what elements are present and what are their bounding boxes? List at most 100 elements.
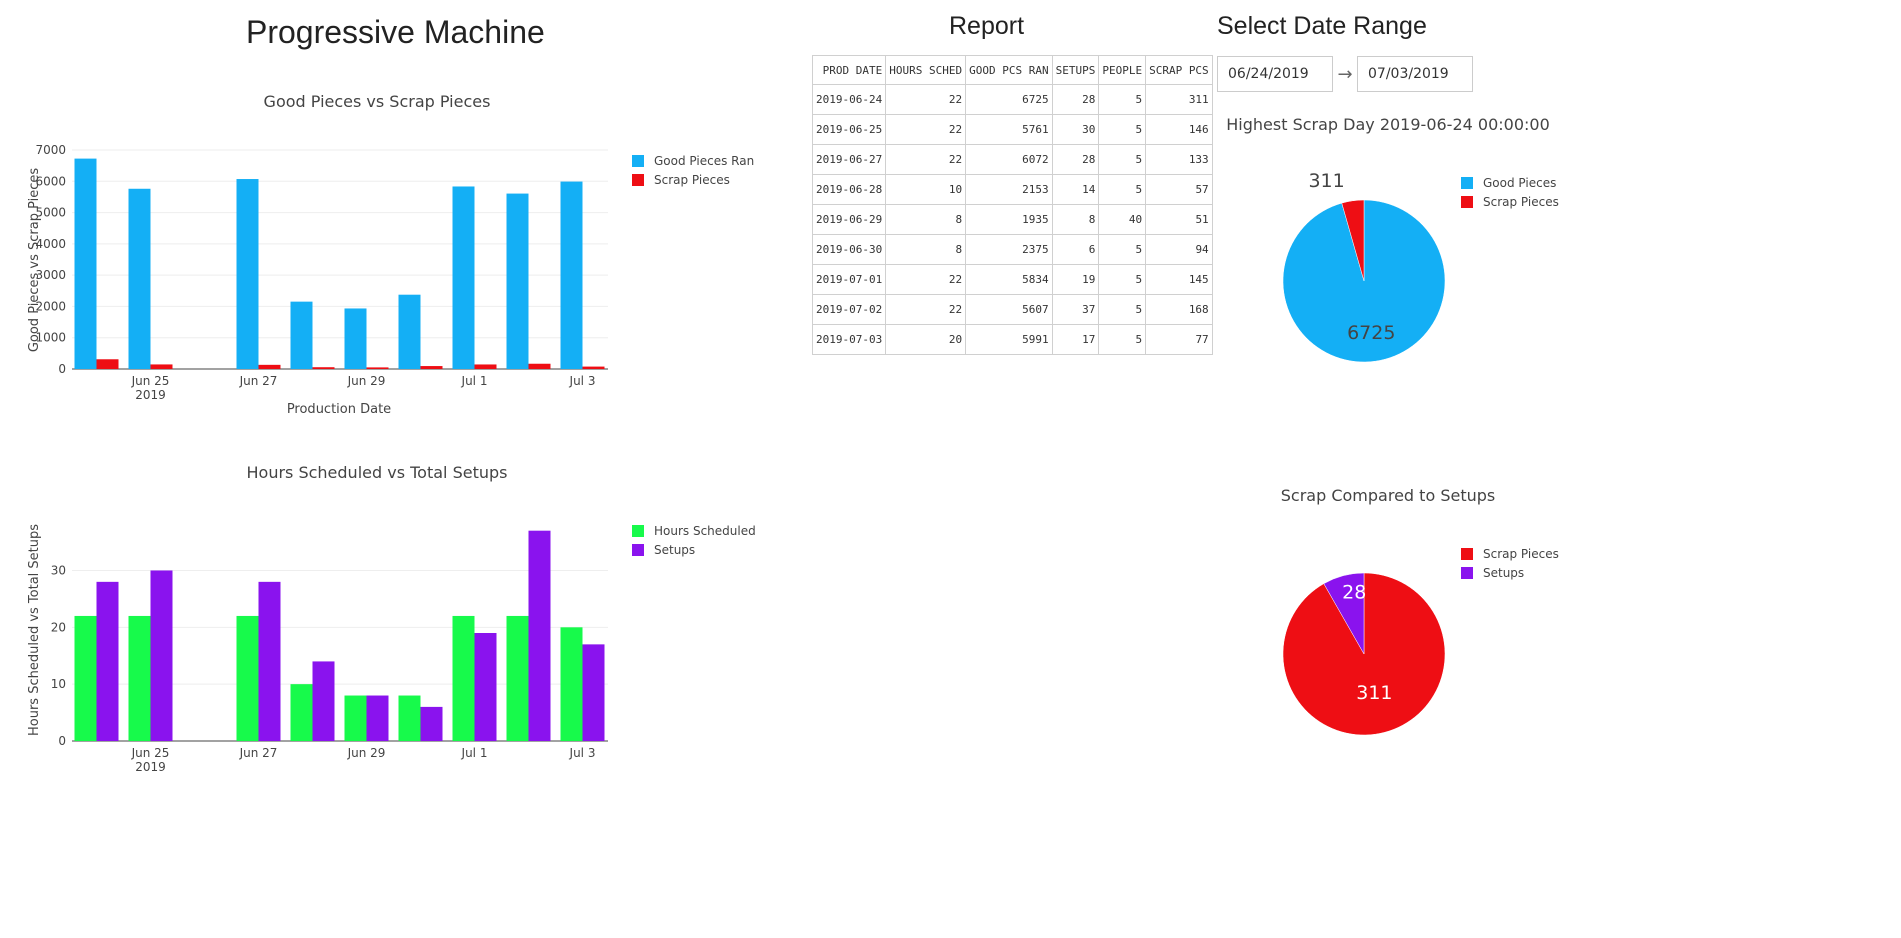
report-cell: 6725 — [965, 84, 1053, 115]
report-cell: 5 — [1098, 234, 1147, 265]
bar-setups — [150, 570, 173, 741]
report-cell: 8 — [885, 234, 967, 265]
bar-setups — [258, 581, 281, 741]
report-cell: 5 — [1098, 144, 1147, 175]
x-tick-sublabel: 2019 — [135, 388, 166, 402]
report-row: 2019-06-27 22 6072 28 5 133 — [811, 144, 1213, 175]
bar-scrap-pieces — [474, 364, 497, 369]
report-cell: 14 — [1051, 174, 1100, 205]
x-tick-label: Jul 1 — [461, 374, 488, 388]
report-cell: 6072 — [965, 144, 1053, 175]
chart-title: Good Pieces vs Scrap Pieces — [264, 92, 491, 111]
bar-good-pieces-ran — [506, 193, 529, 369]
legend-swatch — [1461, 548, 1473, 560]
report-row: 2019-06-30 8 2375 6 5 94 — [811, 234, 1213, 265]
x-tick-label: Jul 1 — [461, 746, 488, 760]
report-cell: 28 — [1051, 84, 1100, 115]
bar-scrap-pieces — [420, 366, 443, 369]
report-row: 2019-07-02 22 5607 37 5 168 — [811, 294, 1213, 325]
y-tick-label: 0 — [58, 734, 66, 748]
report-cell: 5 — [1098, 264, 1147, 295]
report-column-header: SCRAP PCS — [1145, 55, 1213, 85]
report-cell: 20 — [885, 324, 967, 355]
bar-hours-scheduled — [128, 615, 151, 741]
report-cell: 30 — [1051, 114, 1100, 145]
arrow-right-icon: → — [1337, 63, 1353, 85]
bar-setups — [528, 530, 551, 741]
report-cell: 2019-06-24 — [811, 84, 887, 115]
chart-title: Scrap Compared to Setups — [1281, 486, 1495, 505]
report-cell: 5761 — [965, 114, 1053, 145]
report-cell: 8 — [1051, 204, 1100, 235]
report-cell: 5 — [1098, 84, 1147, 115]
bar-hours-scheduled — [290, 684, 313, 741]
x-tick-label: Jun 27 — [239, 374, 278, 388]
x-tick-label: Jun 29 — [347, 746, 386, 760]
report-cell: 1935 — [965, 204, 1053, 235]
legend-label: Scrap Pieces — [654, 173, 730, 187]
legend-swatch — [632, 544, 644, 556]
bar-scrap-pieces — [312, 367, 335, 369]
report-body: 2019-06-24 22 6725 28 5 311 2019-06-25 22 5761 30… — [811, 84, 1213, 355]
y-tick-label: 10 — [51, 677, 66, 691]
report-cell: 2019-07-03 — [811, 324, 887, 355]
report-cell: 5 — [1098, 174, 1147, 205]
bar-scrap-pieces — [582, 366, 605, 369]
legend-label: Good Pieces — [1483, 176, 1556, 190]
report-title: Report — [949, 12, 1025, 40]
bar-good-pieces-ran — [560, 181, 583, 369]
report-column-header: PROD DATE — [811, 55, 887, 85]
legend-swatch — [1461, 196, 1473, 208]
start-date-input[interactable]: 06/24/2019 — [1217, 56, 1333, 92]
x-tick-label: Jul 3 — [569, 746, 596, 760]
x-tick-sublabel: 2019 — [135, 760, 166, 774]
report-column-header: GOOD PCS RAN — [965, 55, 1053, 85]
legend-label: Setups — [654, 543, 695, 557]
bar-setups — [474, 633, 497, 741]
legend-label: Scrap Pieces — [1483, 547, 1559, 561]
legend-label: Hours Scheduled — [654, 524, 756, 538]
legend-swatch — [632, 174, 644, 186]
report-cell: 2019-07-02 — [811, 294, 887, 325]
x-tick-label: Jun 25 — [131, 746, 170, 760]
y-tick-label: 7000 — [35, 143, 66, 157]
chart-title: Highest Scrap Day 2019-06-24 00:00:00 — [1226, 115, 1550, 134]
bar-hours-scheduled — [560, 627, 583, 741]
bar-hours-scheduled — [74, 615, 97, 741]
page-title: Progressive Machine — [246, 14, 545, 50]
bar-scrap-pieces — [528, 363, 551, 369]
end-date-input[interactable]: 07/03/2019 — [1357, 56, 1473, 92]
report-cell: 22 — [885, 144, 967, 175]
pie-value-label: 28 — [1342, 582, 1366, 604]
bar-setups — [366, 695, 389, 741]
legend-swatch — [1461, 567, 1473, 579]
x-tick-label: Jun 27 — [239, 746, 278, 760]
report-cell: 22 — [885, 84, 967, 115]
pie-value-label: 311 — [1356, 682, 1392, 704]
date-range-title: Select Date Range — [1217, 12, 1427, 40]
report-cell: 5 — [1098, 294, 1147, 325]
report-cell: 10 — [885, 174, 967, 205]
report-column-header: SETUPS — [1051, 55, 1100, 85]
report-column-header: HOURS SCHED — [885, 55, 967, 85]
report-cell: 19 — [1051, 264, 1100, 295]
bar-good-pieces-ran — [452, 186, 475, 369]
pie-value-label: 311 — [1308, 170, 1344, 192]
report-cell: 5 — [1098, 324, 1147, 355]
report-cell: 2019-07-01 — [811, 264, 887, 295]
report-cell: 5 — [1098, 114, 1147, 145]
bar-good-pieces-ran — [398, 294, 421, 369]
bar-good-pieces-ran — [236, 179, 259, 369]
x-tick-label: Jun 25 — [131, 374, 170, 388]
y-tick-label: 20 — [51, 620, 66, 634]
report-column-header: PEOPLE — [1098, 55, 1147, 85]
report-row: 2019-06-25 22 5761 30 5 146 — [811, 114, 1213, 145]
hours-vs-setups-chart: Hours Scheduled vs Total Setups 0 10 20 30 Ju… — [27, 463, 756, 774]
bar-scrap-pieces — [258, 364, 281, 369]
report-cell: 37 — [1051, 294, 1100, 325]
legend-label: Scrap Pieces — [1483, 195, 1559, 209]
x-tick-label: Jun 29 — [347, 374, 386, 388]
date-range-picker: 06/24/2019 → 07/03/2019 — [1217, 56, 1473, 92]
legend-label: Setups — [1483, 566, 1524, 580]
bar-scrap-pieces — [366, 367, 389, 369]
